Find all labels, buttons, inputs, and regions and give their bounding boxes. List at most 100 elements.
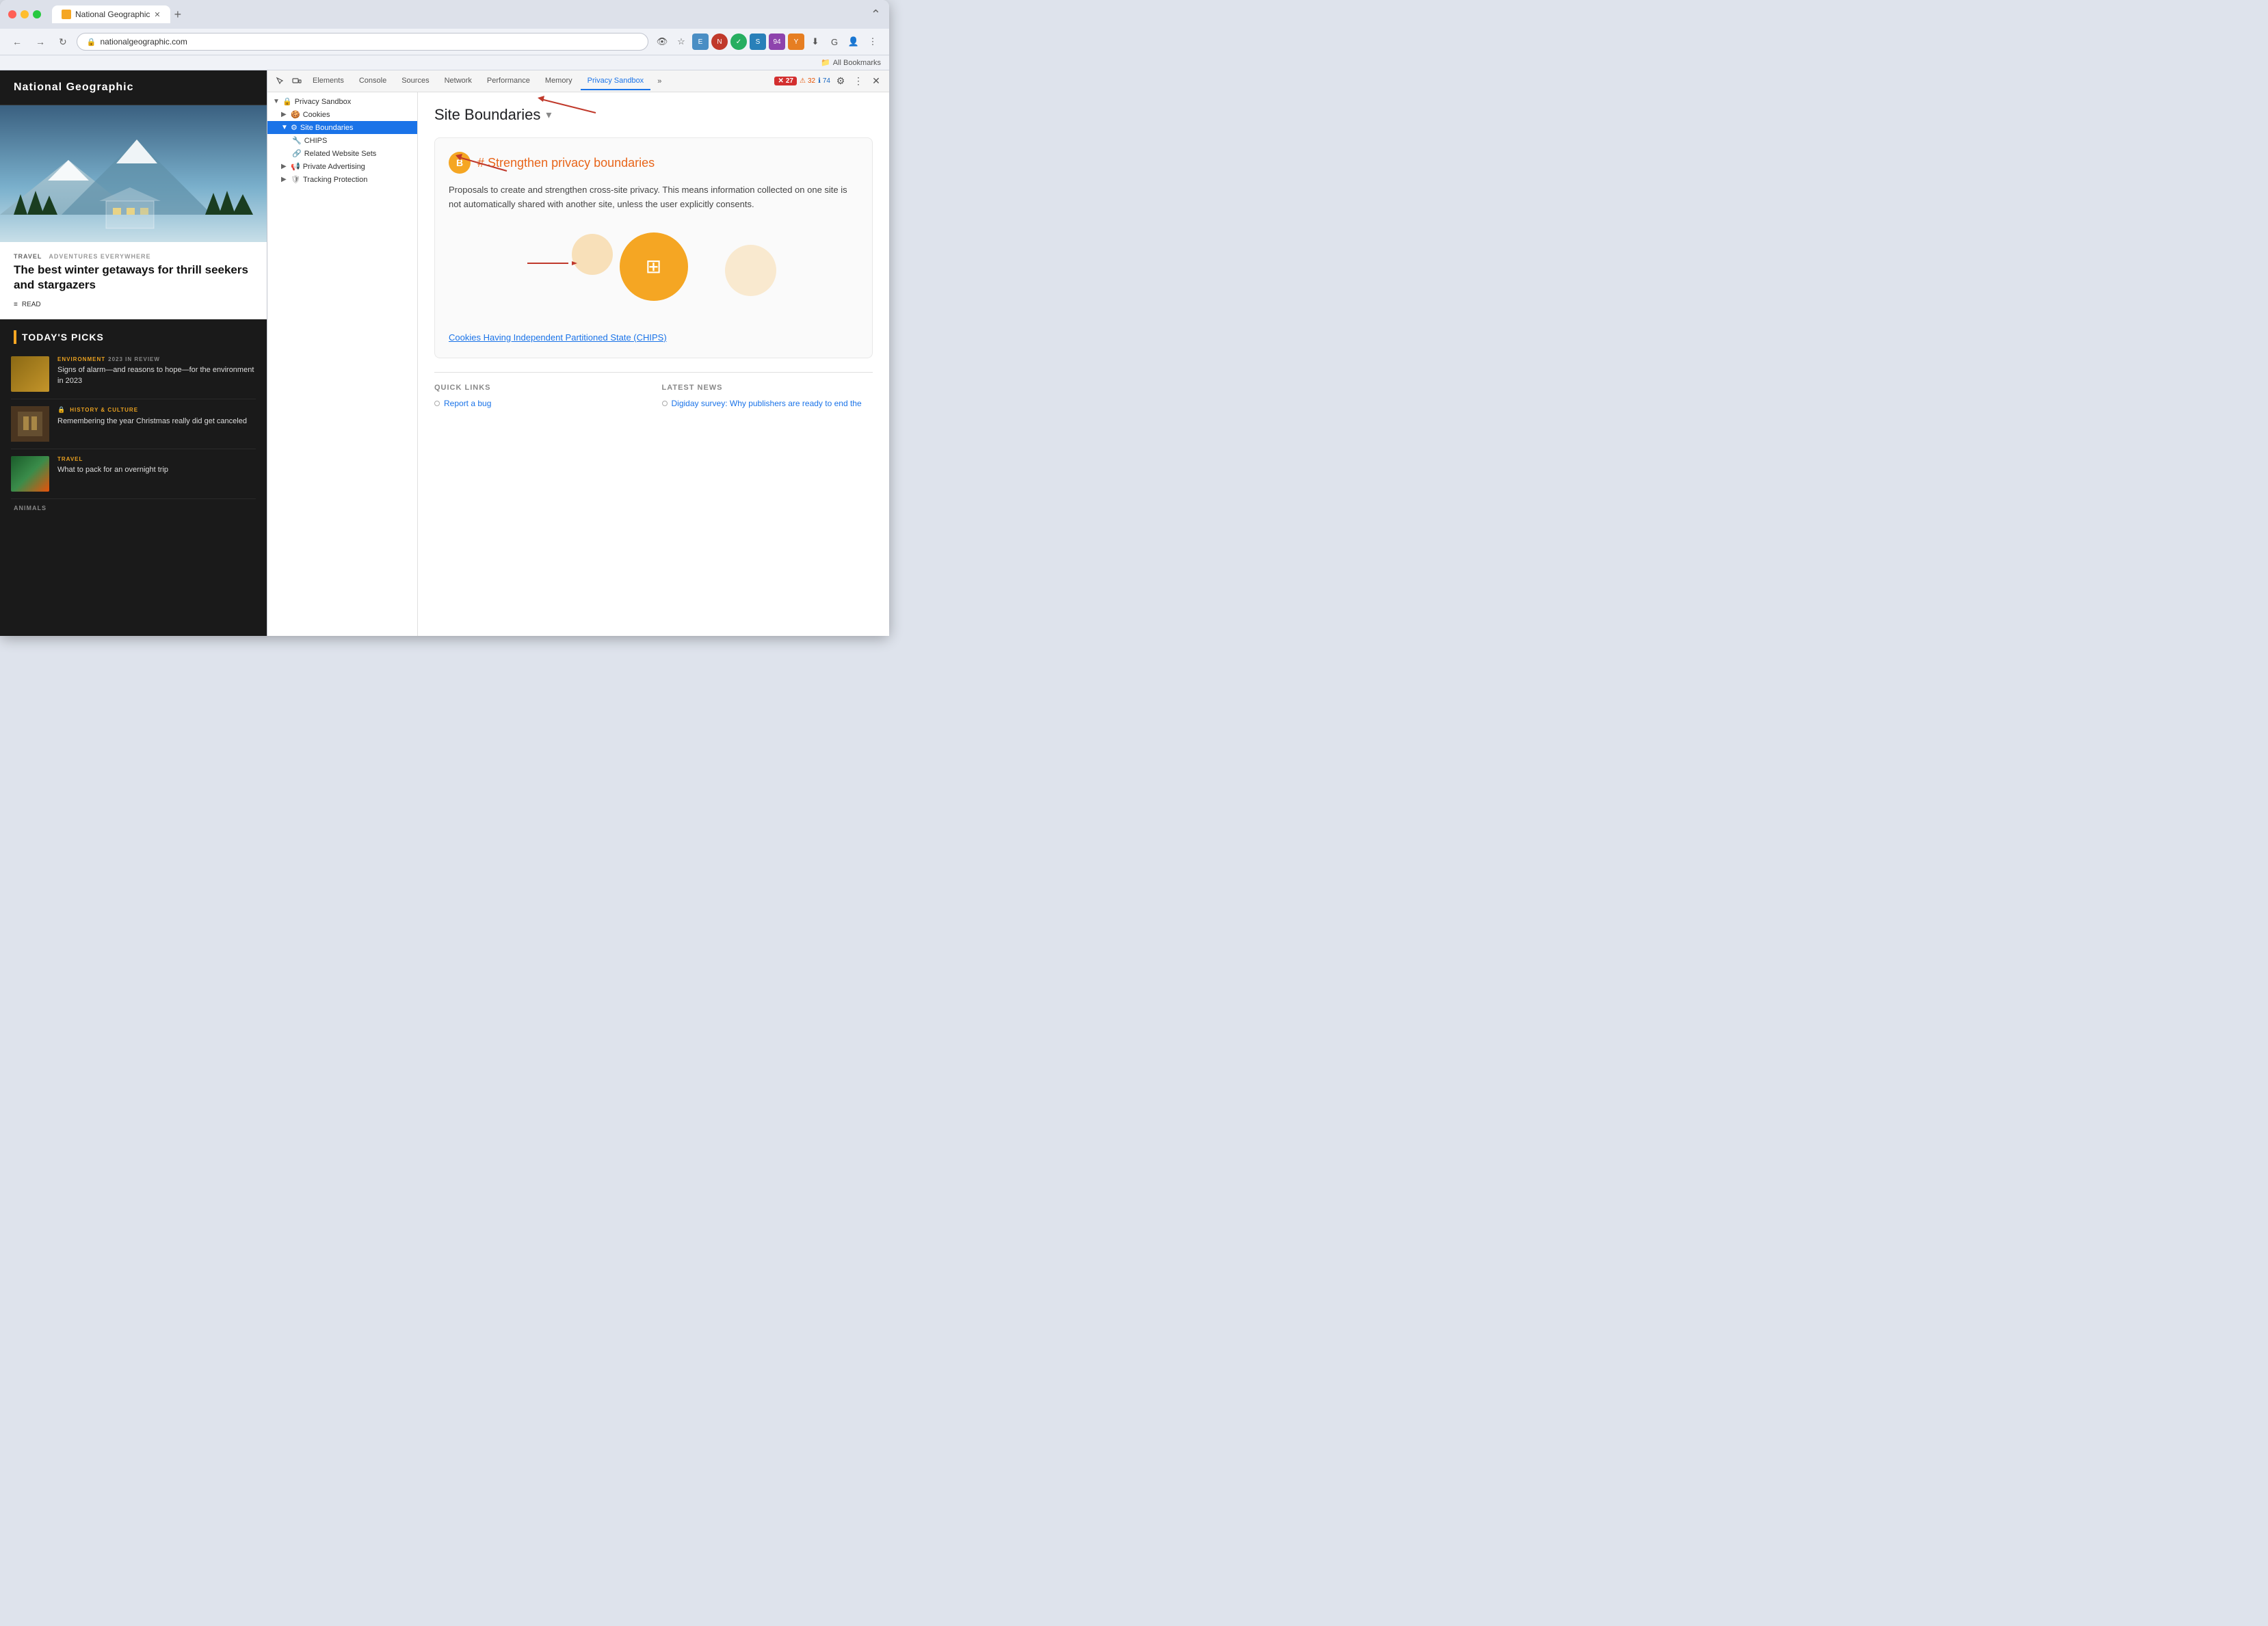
- active-tab[interactable]: National Geographic ✕: [52, 5, 170, 23]
- site-boundaries-header: Site Boundaries ▾: [434, 106, 873, 124]
- website-panel: National Geographic: [0, 70, 267, 636]
- animals-section: ANIMALS: [0, 499, 267, 517]
- dev-tree: ▼ 🔒 Privacy Sandbox ▶ 🍪 Cookies ▼ ⚙: [267, 92, 418, 636]
- tab-title: National Geographic: [75, 10, 150, 19]
- error-count-badge[interactable]: ✕ 27: [774, 77, 797, 85]
- article-meta: ENVIRONMENT 2023 IN REVIEW Signs of alar…: [57, 356, 256, 386]
- eye-off-icon[interactable]: 👁: [654, 34, 670, 50]
- natgeo-logo: National Geographic: [14, 81, 253, 94]
- dropdown-arrow[interactable]: ▾: [546, 108, 551, 122]
- extension-icon-2[interactable]: N: [711, 34, 728, 50]
- chrome-icon[interactable]: G: [826, 34, 843, 50]
- article-meta: TRAVEL What to pack for an overnight tri…: [57, 456, 256, 475]
- devtools-content-area: Site Boundaries ▾ B Strengthen privacy b…: [418, 92, 889, 636]
- quick-links-title: QUICK LINKS: [434, 384, 646, 392]
- address-bar[interactable]: 🔒 nationalgeographic.com: [77, 33, 648, 51]
- maximize-button[interactable]: [33, 10, 41, 18]
- bookmark-icon[interactable]: ☆: [673, 34, 689, 50]
- address-text: nationalgeographic.com: [100, 37, 638, 46]
- element-picker-icon[interactable]: [273, 74, 288, 89]
- nav-icons: 👁 ☆ E N ✓ S 94 Y ⬇ G 👤 ⋮: [654, 34, 881, 50]
- extension-icon-6[interactable]: Y: [788, 34, 804, 50]
- latest-news-title: LATEST NEWS: [662, 384, 873, 392]
- privacy-card-header: B Strengthen privacy boundaries: [449, 152, 858, 174]
- close-button[interactable]: [8, 10, 16, 18]
- tab-performance[interactable]: Performance: [480, 72, 537, 90]
- site-boundaries-icon: ⚙: [291, 123, 298, 132]
- tab-console[interactable]: Console: [352, 72, 393, 90]
- extension-icon-3[interactable]: ✓: [730, 34, 747, 50]
- page-title: Site Boundaries: [434, 106, 540, 124]
- chips-link[interactable]: Cookies Having Independent Partitioned S…: [449, 331, 858, 345]
- settings-icon[interactable]: ⚙: [833, 74, 848, 89]
- list-item[interactable]: TRAVEL What to pack for an overnight tri…: [11, 449, 256, 499]
- window-controls[interactable]: ⌃: [871, 8, 881, 22]
- forward-button[interactable]: →: [31, 34, 49, 50]
- chips-icon: 🔧: [292, 136, 302, 145]
- menu-button[interactable]: ⋮: [865, 34, 881, 50]
- hero-caption: TRAVEL ADVENTURES EVERYWHERE The best wi…: [0, 242, 267, 319]
- devtools-menu-icon[interactable]: ⋮: [851, 74, 866, 89]
- reload-button[interactable]: ↻: [55, 34, 71, 51]
- tab-sources[interactable]: Sources: [395, 72, 436, 90]
- tree-item-private-advertising[interactable]: ▶ 📢 Private Advertising: [267, 160, 417, 173]
- tree-item-chips[interactable]: 🔧 CHIPS: [267, 134, 417, 147]
- tree-item-cookies[interactable]: ▶ 🍪 Cookies: [267, 108, 417, 121]
- article-category: TRAVEL: [57, 456, 256, 462]
- cookies-icon: 🍪: [291, 110, 300, 119]
- tab-privacy-sandbox[interactable]: Privacy Sandbox: [581, 72, 651, 90]
- decorative-circle-small: [572, 234, 613, 275]
- decorative-circle-medium: [725, 245, 776, 296]
- related-sets-icon: 🔗: [292, 149, 302, 158]
- article-list: ENVIRONMENT 2023 IN REVIEW Signs of alar…: [0, 349, 267, 499]
- expand-arrow: ▼: [273, 98, 280, 105]
- list-item[interactable]: 🔒 HISTORY & CULTURE Remembering the year…: [11, 399, 256, 449]
- article-thumbnail: [11, 356, 49, 392]
- quick-link-report-bug[interactable]: Report a bug: [434, 399, 646, 408]
- devtools-panel: Elements Console Sources Network Perform…: [267, 70, 889, 636]
- info-count-badge[interactable]: ℹ 74: [818, 77, 830, 85]
- latest-news-item[interactable]: Digiday survey: Why publishers are ready…: [662, 399, 873, 408]
- section-accent: [14, 330, 16, 344]
- expand-arrow: ▶: [281, 176, 288, 183]
- hero-read-link[interactable]: ≡ READ: [14, 301, 253, 308]
- privacy-card-title: Strengthen privacy boundaries: [477, 156, 655, 170]
- nav-bar: ← → ↻ 🔒 nationalgeographic.com 👁 ☆ E N ✓…: [0, 29, 889, 55]
- fence-circle: ⊞: [620, 232, 688, 301]
- main-content: National Geographic: [0, 70, 889, 636]
- article-title: Remembering the year Christmas really di…: [57, 416, 256, 427]
- tab-network[interactable]: Network: [438, 72, 479, 90]
- title-bar: National Geographic ✕ + ⌃: [0, 0, 889, 29]
- extension-icon-5[interactable]: 94: [769, 34, 785, 50]
- device-toolbar-icon[interactable]: [289, 74, 304, 89]
- quick-links-column: QUICK LINKS Report a bug: [434, 384, 646, 414]
- link-dot-icon: [434, 401, 440, 406]
- extension-icon-4[interactable]: S: [750, 34, 766, 50]
- new-tab-button[interactable]: +: [170, 8, 186, 22]
- download-icon[interactable]: ⬇: [807, 34, 823, 50]
- privacy-card-body: Proposals to create and strengthen cross…: [449, 183, 858, 212]
- extension-icon-1[interactable]: E: [692, 34, 709, 50]
- tab-memory[interactable]: Memory: [538, 72, 579, 90]
- profile-icon[interactable]: 👤: [845, 34, 862, 50]
- minimize-button[interactable]: [21, 10, 29, 18]
- article-category: ENVIRONMENT 2023 IN REVIEW: [57, 356, 256, 362]
- tab-elements[interactable]: Elements: [306, 72, 351, 90]
- private-advertising-icon: 📢: [291, 162, 300, 171]
- tree-item-tracking-protection[interactable]: ▶ 🛡 Tracking Protection: [267, 173, 417, 186]
- more-tabs-button[interactable]: »: [652, 73, 667, 90]
- tab-favicon-icon: [62, 10, 71, 19]
- hero-title: The best winter getaways for thrill seek…: [14, 263, 253, 293]
- tree-item-privacy-sandbox[interactable]: ▼ 🔒 Privacy Sandbox: [267, 95, 417, 108]
- bookmarks-label[interactable]: All Bookmarks: [833, 59, 881, 67]
- article-category: 🔒 HISTORY & CULTURE: [57, 406, 256, 414]
- tab-close-button[interactable]: ✕: [154, 10, 160, 19]
- link-dot-icon: [662, 401, 668, 406]
- list-item[interactable]: ENVIRONMENT 2023 IN REVIEW Signs of alar…: [11, 349, 256, 399]
- close-devtools-button[interactable]: ✕: [869, 74, 884, 89]
- back-button[interactable]: ←: [8, 34, 26, 50]
- traffic-lights: [8, 10, 41, 18]
- tree-item-related-website-sets[interactable]: 🔗 Related Website Sets: [267, 147, 417, 160]
- tree-item-site-boundaries[interactable]: ▼ ⚙ Site Boundaries: [267, 121, 417, 134]
- warn-count-badge[interactable]: ⚠ 32: [800, 77, 815, 85]
